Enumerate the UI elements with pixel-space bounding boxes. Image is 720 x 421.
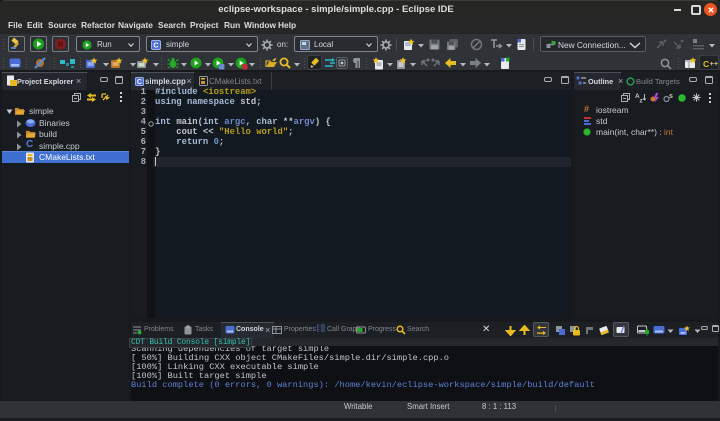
svg-text:C: C	[153, 40, 159, 49]
svg-text:s: s	[669, 93, 673, 100]
svg-text:C: C	[136, 77, 141, 86]
svg-text:z: z	[640, 98, 644, 104]
